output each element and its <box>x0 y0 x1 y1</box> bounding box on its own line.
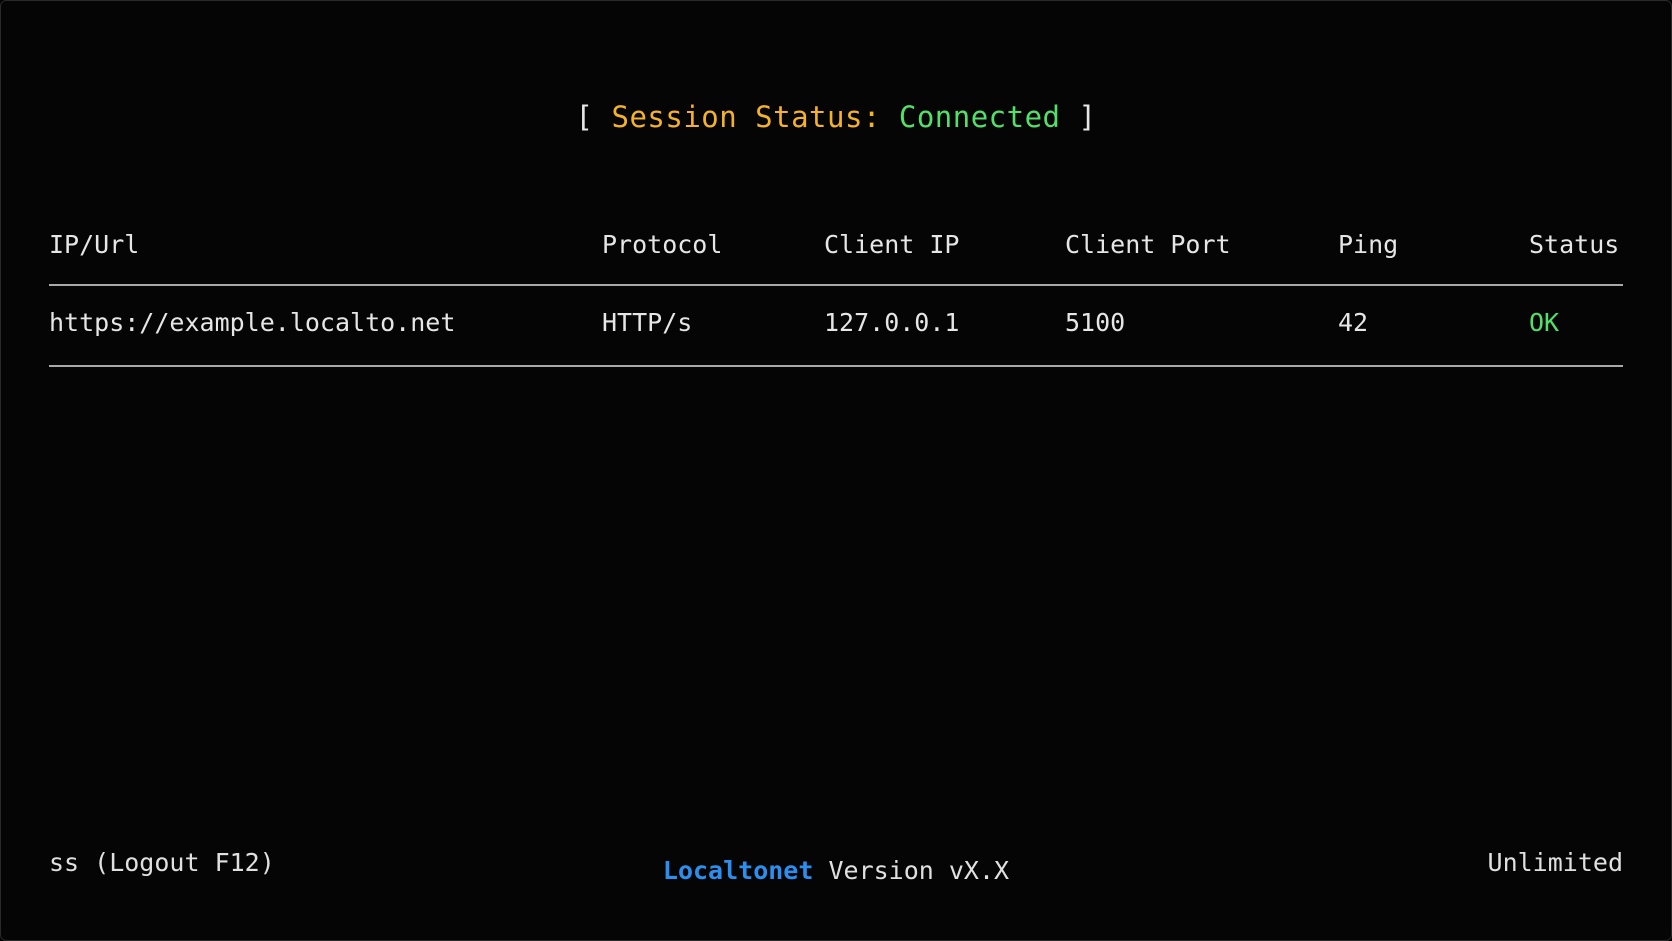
tunnel-table: IP/Url Protocol Client IP Client Port Pi… <box>49 230 1623 367</box>
plan-label: Unlimited <box>1487 848 1623 877</box>
tunnel-client-port: 5100 <box>1065 308 1126 337</box>
session-status-title: [ Session Status: Connected ] <box>0 100 1672 134</box>
brand-name: Localtonet <box>662 856 814 885</box>
row-divider <box>49 365 1623 367</box>
tunnel-protocol: HTTP/s <box>602 308 693 337</box>
table-row: https://example.localto.net HTTP/s 127.0… <box>49 286 1623 365</box>
column-header-ping: Ping <box>1338 230 1399 259</box>
column-header-ip-url: IP/Url <box>49 230 140 259</box>
column-header-client-port: Client Port <box>1065 230 1231 259</box>
column-header-status: Status <box>1529 230 1620 259</box>
tunnel-client-ip: 127.0.0.1 <box>824 308 960 337</box>
version-info: Localtonet Version vX.X <box>0 856 1672 885</box>
terminal-window <box>0 0 1672 941</box>
session-status-label: Session Status: <box>611 100 881 134</box>
close-bracket: ] <box>1078 100 1097 134</box>
session-status-value: Connected <box>898 100 1061 134</box>
table-header-row: IP/Url Protocol Client IP Client Port Pi… <box>49 230 1623 284</box>
version-label: Version vX.X <box>828 856 1010 885</box>
tunnel-url: https://example.localto.net <box>49 308 456 337</box>
tunnel-status: OK <box>1529 308 1560 337</box>
column-header-protocol: Protocol <box>602 230 723 259</box>
tunnel-ping: 42 <box>1338 308 1369 337</box>
column-header-client-ip: Client IP <box>824 230 960 259</box>
open-bracket: [ <box>575 100 594 134</box>
